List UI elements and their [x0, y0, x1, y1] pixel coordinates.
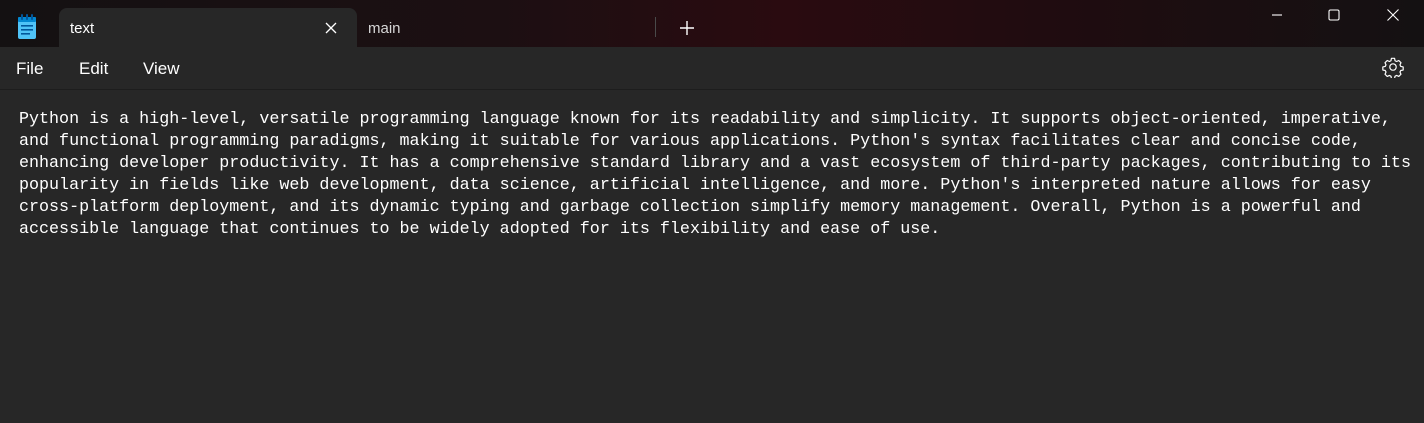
maximize-icon[interactable] — [1305, 0, 1363, 30]
text-line: accessible language that continues to be… — [19, 220, 941, 239]
close-icon[interactable] — [320, 17, 342, 39]
menu-bar: File Edit View — [0, 47, 1424, 90]
text-line: popularity in fields like web developmen… — [19, 176, 1371, 195]
document-text[interactable]: Python is a high-level, versatile progra… — [19, 109, 1419, 241]
menu-file[interactable]: File — [16, 47, 43, 90]
text-line: and functional programming paradigms, ma… — [19, 132, 1361, 151]
tab-text[interactable]: text — [59, 8, 357, 47]
close-icon[interactable] — [1364, 0, 1422, 30]
menu-view[interactable]: View — [143, 47, 180, 90]
menu-edit[interactable]: Edit — [79, 47, 108, 90]
text-line: cross-platform deployment, and its dynam… — [19, 198, 1361, 217]
notepad-window: text main File Edit View Python is a hig… — [0, 0, 1424, 423]
tab-label: text — [70, 20, 95, 37]
gear-icon[interactable] — [1382, 56, 1404, 80]
tab-label: main — [368, 20, 401, 37]
text-line: enhancing developer productivity. It has… — [19, 154, 1411, 173]
minimize-icon[interactable] — [1248, 0, 1306, 30]
notepad-icon — [16, 14, 38, 40]
text-line: Python is a high-level, versatile progra… — [19, 110, 1391, 129]
title-bar[interactable]: text main — [0, 0, 1424, 47]
plus-icon[interactable] — [673, 15, 701, 41]
text-editor[interactable]: Python is a high-level, versatile progra… — [0, 91, 1424, 423]
tab-main[interactable]: main — [358, 8, 656, 47]
tab-divider — [655, 17, 656, 37]
